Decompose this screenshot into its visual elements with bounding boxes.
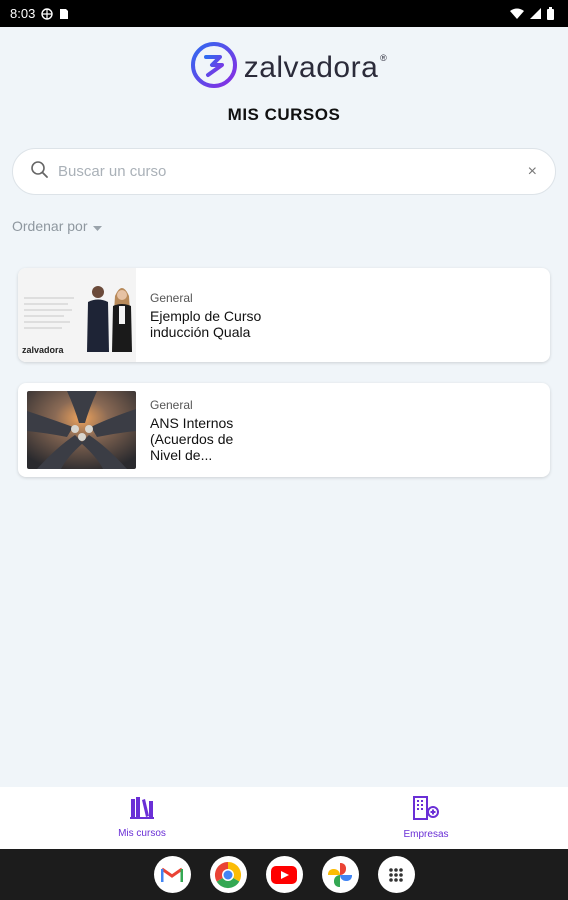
chrome-icon[interactable] <box>209 856 247 893</box>
course-info: General Ejemplo de Curso inducción Quala <box>150 291 265 340</box>
course-title: Ejemplo de Curso inducción Quala <box>150 307 262 340</box>
thumbnail-brand-text: zalvadora <box>22 345 64 355</box>
youtube-icon[interactable] <box>265 856 303 893</box>
clear-icon[interactable]: × <box>528 163 537 181</box>
course-info: General ANS Internos (Acuerdos de Nivel … <box>150 398 265 463</box>
apps-grid-icon[interactable] <box>377 856 415 893</box>
brand-name-text: zalvadora <box>243 50 379 84</box>
search-bar[interactable]: × <box>12 148 556 195</box>
android-dock <box>0 849 568 900</box>
zalvadora-logo-icon <box>190 41 238 94</box>
page-title: MIS CURSOS <box>227 105 341 124</box>
vpn-globe-icon <box>41 7 54 20</box>
sort-label: Ordenar por <box>12 218 88 234</box>
course-thumbnail <box>27 391 136 469</box>
search-icon <box>31 160 48 183</box>
course-category: General <box>150 397 193 412</box>
sort-dropdown[interactable]: Ordenar por <box>12 218 103 234</box>
nav-mis-cursos[interactable]: Mis cursos <box>0 787 284 849</box>
brand-name: zalvadora ® <box>243 50 387 85</box>
books-icon <box>130 797 154 824</box>
course-card[interactable]: General ANS Internos (Acuerdos de Nivel … <box>18 383 550 477</box>
brand-logo: zalvadora ® <box>0 41 568 94</box>
building-icon <box>412 796 440 825</box>
nav-empresas[interactable]: Empresas <box>284 787 568 849</box>
status-time: 8:03 <box>10 6 36 21</box>
gmail-icon[interactable] <box>153 856 191 893</box>
status-bar: 8:03 <box>0 0 568 27</box>
course-card[interactable]: zalvadora General Ejemplo de Curso induc… <box>18 268 550 362</box>
app-screen: zalvadora® MIS CURSOS × Ordenar por <box>0 27 568 849</box>
nav-label: Empresas <box>403 829 449 840</box>
search-input[interactable] <box>58 163 528 180</box>
sim-card-icon <box>59 8 69 20</box>
course-title: ANS Internos (Acuerdos de Nivel de... <box>150 414 234 463</box>
nav-label: Mis cursos <box>118 828 166 839</box>
caret-down-icon <box>93 218 103 234</box>
signal-icon <box>530 8 541 19</box>
photos-icon[interactable] <box>321 856 359 893</box>
wifi-icon <box>510 8 524 19</box>
bottom-navigation: Mis cursos Empresas <box>0 787 568 849</box>
course-category: General <box>150 290 193 305</box>
course-thumbnail: zalvadora <box>18 268 136 362</box>
registered-mark: ® <box>380 52 388 63</box>
battery-icon <box>547 7 554 20</box>
